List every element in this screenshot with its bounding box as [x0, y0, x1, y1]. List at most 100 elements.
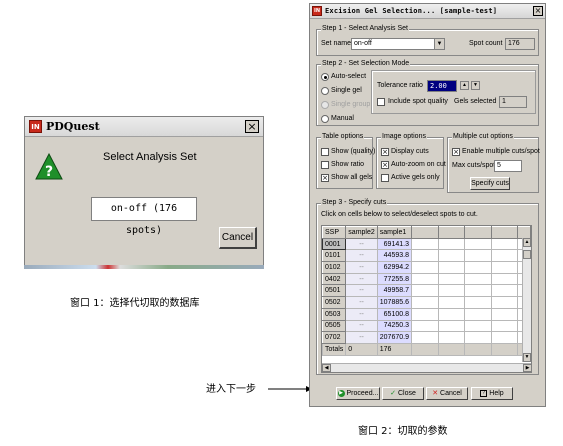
- show-all-gels-checkbox[interactable]: ×: [321, 174, 329, 182]
- ssp-cell[interactable]: 0503: [322, 307, 347, 321]
- sample2-cell[interactable]: --: [345, 296, 378, 309]
- scroll-down-icon[interactable]: ▼: [523, 353, 531, 362]
- ssp-cell[interactable]: 0502: [322, 296, 347, 309]
- sample2-cell[interactable]: --: [345, 249, 378, 263]
- ssp-cell[interactable]: 0702: [322, 331, 347, 344]
- show-quality-checkbox[interactable]: [321, 148, 329, 156]
- dialog-titlebar[interactable]: IN PDQuest ×: [25, 117, 263, 137]
- step3-label: Step 3 - Specify cuts: [321, 199, 388, 206]
- next-step-label: 进入下一步: [206, 384, 256, 395]
- cancel-button[interactable]: Cancel: [219, 227, 257, 249]
- sample1-cell[interactable]: 69141.3: [376, 237, 412, 251]
- sample2-cell[interactable]: --: [345, 261, 378, 274]
- sample1-cell[interactable]: 65100.8: [376, 307, 412, 321]
- proceed-button[interactable]: ▶ Proceed...: [336, 387, 380, 400]
- tolerance-up-icon[interactable]: ▲: [460, 81, 469, 90]
- window-title: Excision Gel Selection... [sample-test]: [325, 7, 498, 15]
- active-gels-only-checkbox[interactable]: [381, 174, 389, 182]
- column-header-sample2[interactable]: sample2: [345, 226, 378, 239]
- column-header-empty: [410, 226, 439, 239]
- spot-table: SSP sample2 sample1 0001 -- 69141.3 0101 -- 4…: [322, 226, 531, 356]
- excision-gel-selection-window: IN Excision Gel Selection... [sample-tes…: [309, 3, 546, 407]
- chevron-down-icon[interactable]: ▼: [434, 39, 444, 49]
- column-header-ssp[interactable]: SSP: [322, 226, 347, 239]
- set-name-value: on-off: [354, 40, 372, 47]
- empty-cell: [464, 307, 492, 321]
- ssp-cell[interactable]: 0402: [322, 272, 347, 286]
- sample2-cell[interactable]: --: [345, 272, 378, 286]
- sample1-cell[interactable]: 74250.3: [376, 319, 412, 333]
- help-button[interactable]: ? Help: [471, 387, 513, 400]
- empty-cell: [464, 272, 492, 286]
- scroll-right-icon[interactable]: ▶: [523, 364, 531, 372]
- scroll-thumb[interactable]: [523, 250, 531, 259]
- table-row: 0503 -- 65100.8: [322, 307, 531, 321]
- totals-label: Totals: [322, 342, 347, 356]
- empty-cell: [410, 342, 439, 356]
- ssp-cell[interactable]: 0001: [322, 237, 347, 251]
- tolerance-down-icon[interactable]: ▼: [471, 81, 480, 90]
- sample1-cell[interactable]: 49958.7: [376, 284, 412, 298]
- mode-single-gel-label: Single gel: [331, 87, 362, 94]
- sample2-cell[interactable]: --: [345, 284, 378, 298]
- tolerance-ratio-input[interactable]: 2.00: [427, 80, 457, 92]
- display-cuts-checkbox[interactable]: ×: [381, 148, 389, 156]
- enable-multiple-cuts-checkbox[interactable]: ×: [452, 148, 460, 156]
- close-icon[interactable]: ×: [533, 6, 543, 16]
- empty-cell: [410, 319, 439, 333]
- totals-sample1: 176: [376, 342, 412, 356]
- auto-zoom-label: Auto-zoom on cut: [391, 161, 446, 168]
- empty-cell: [410, 261, 439, 274]
- show-ratio-checkbox[interactable]: [321, 161, 329, 169]
- empty-cell: [490, 319, 519, 333]
- max-cuts-input[interactable]: 5: [494, 160, 522, 172]
- ssp-cell[interactable]: 0101: [322, 249, 347, 263]
- max-cuts-label: Max cuts/spot: [452, 162, 496, 169]
- caption-window-1: 窗口 1：选择代切取的数据库: [70, 298, 200, 309]
- mode-auto-select-radio[interactable]: [321, 73, 329, 81]
- empty-cell: [410, 307, 439, 321]
- scroll-left-icon[interactable]: ◀: [322, 364, 331, 372]
- sample1-cell[interactable]: 77255.8: [376, 272, 412, 286]
- include-spot-quality-checkbox[interactable]: [377, 98, 385, 106]
- sample1-cell[interactable]: 62994.2: [376, 261, 412, 274]
- empty-cell: [490, 237, 519, 251]
- empty-cell: [464, 249, 492, 263]
- step3-instruction: Click on cells below to select/deselect …: [321, 211, 478, 218]
- close-icon[interactable]: ×: [245, 120, 259, 133]
- empty-cell: [490, 249, 519, 263]
- enable-multiple-cuts-label: Enable multiple cuts/spot: [462, 148, 540, 155]
- sample1-cell[interactable]: 207670.9: [376, 331, 412, 344]
- sample2-cell[interactable]: --: [345, 307, 378, 321]
- sample2-cell[interactable]: --: [345, 237, 378, 251]
- sample2-cell[interactable]: --: [345, 331, 378, 344]
- cancel-button[interactable]: ✕ Cancel: [426, 387, 468, 400]
- spot-cuts-table: SSP sample2 sample1 0001 -- 69141.3 0101 -- 4…: [321, 225, 532, 373]
- empty-cell: [410, 272, 439, 286]
- mode-manual-radio[interactable]: [321, 115, 329, 123]
- mode-single-gel-radio[interactable]: [321, 87, 329, 95]
- set-name-select[interactable]: on-off ▼: [351, 38, 445, 50]
- scroll-up-icon[interactable]: ▲: [523, 238, 531, 247]
- sample1-cell[interactable]: 44593.8: [376, 249, 412, 263]
- analysis-set-field[interactable]: on-off (176 spots): [91, 197, 197, 236]
- ssp-cell[interactable]: 0505: [322, 319, 347, 333]
- window-titlebar[interactable]: IN Excision Gel Selection... [sample-tes…: [310, 4, 545, 19]
- close-button[interactable]: ✓ Close: [382, 387, 424, 400]
- specify-cuts-button[interactable]: Specify cuts: [470, 177, 510, 190]
- auto-zoom-checkbox[interactable]: ×: [381, 161, 389, 169]
- ssp-cell[interactable]: 0102: [322, 261, 347, 274]
- ssp-cell[interactable]: 0501: [322, 284, 347, 298]
- taskbar-strip: [24, 265, 264, 269]
- table-row: 0501 -- 49958.7: [322, 284, 531, 298]
- pdquest-app-icon: IN: [312, 6, 322, 16]
- empty-cell: [410, 296, 439, 309]
- sample2-cell[interactable]: --: [345, 319, 378, 333]
- vertical-scrollbar[interactable]: ▲ ▼: [522, 238, 531, 362]
- horizontal-scrollbar[interactable]: ◀ ▶: [322, 363, 531, 372]
- sample1-cell[interactable]: 107885.6: [376, 296, 412, 309]
- table-row: 0101 -- 44593.8: [322, 249, 531, 263]
- set-name-label: Set name: [321, 40, 351, 47]
- multiple-cut-options-group: Multiple cut options × Enable multiple c…: [447, 133, 540, 193]
- column-header-sample1[interactable]: sample1: [376, 226, 412, 239]
